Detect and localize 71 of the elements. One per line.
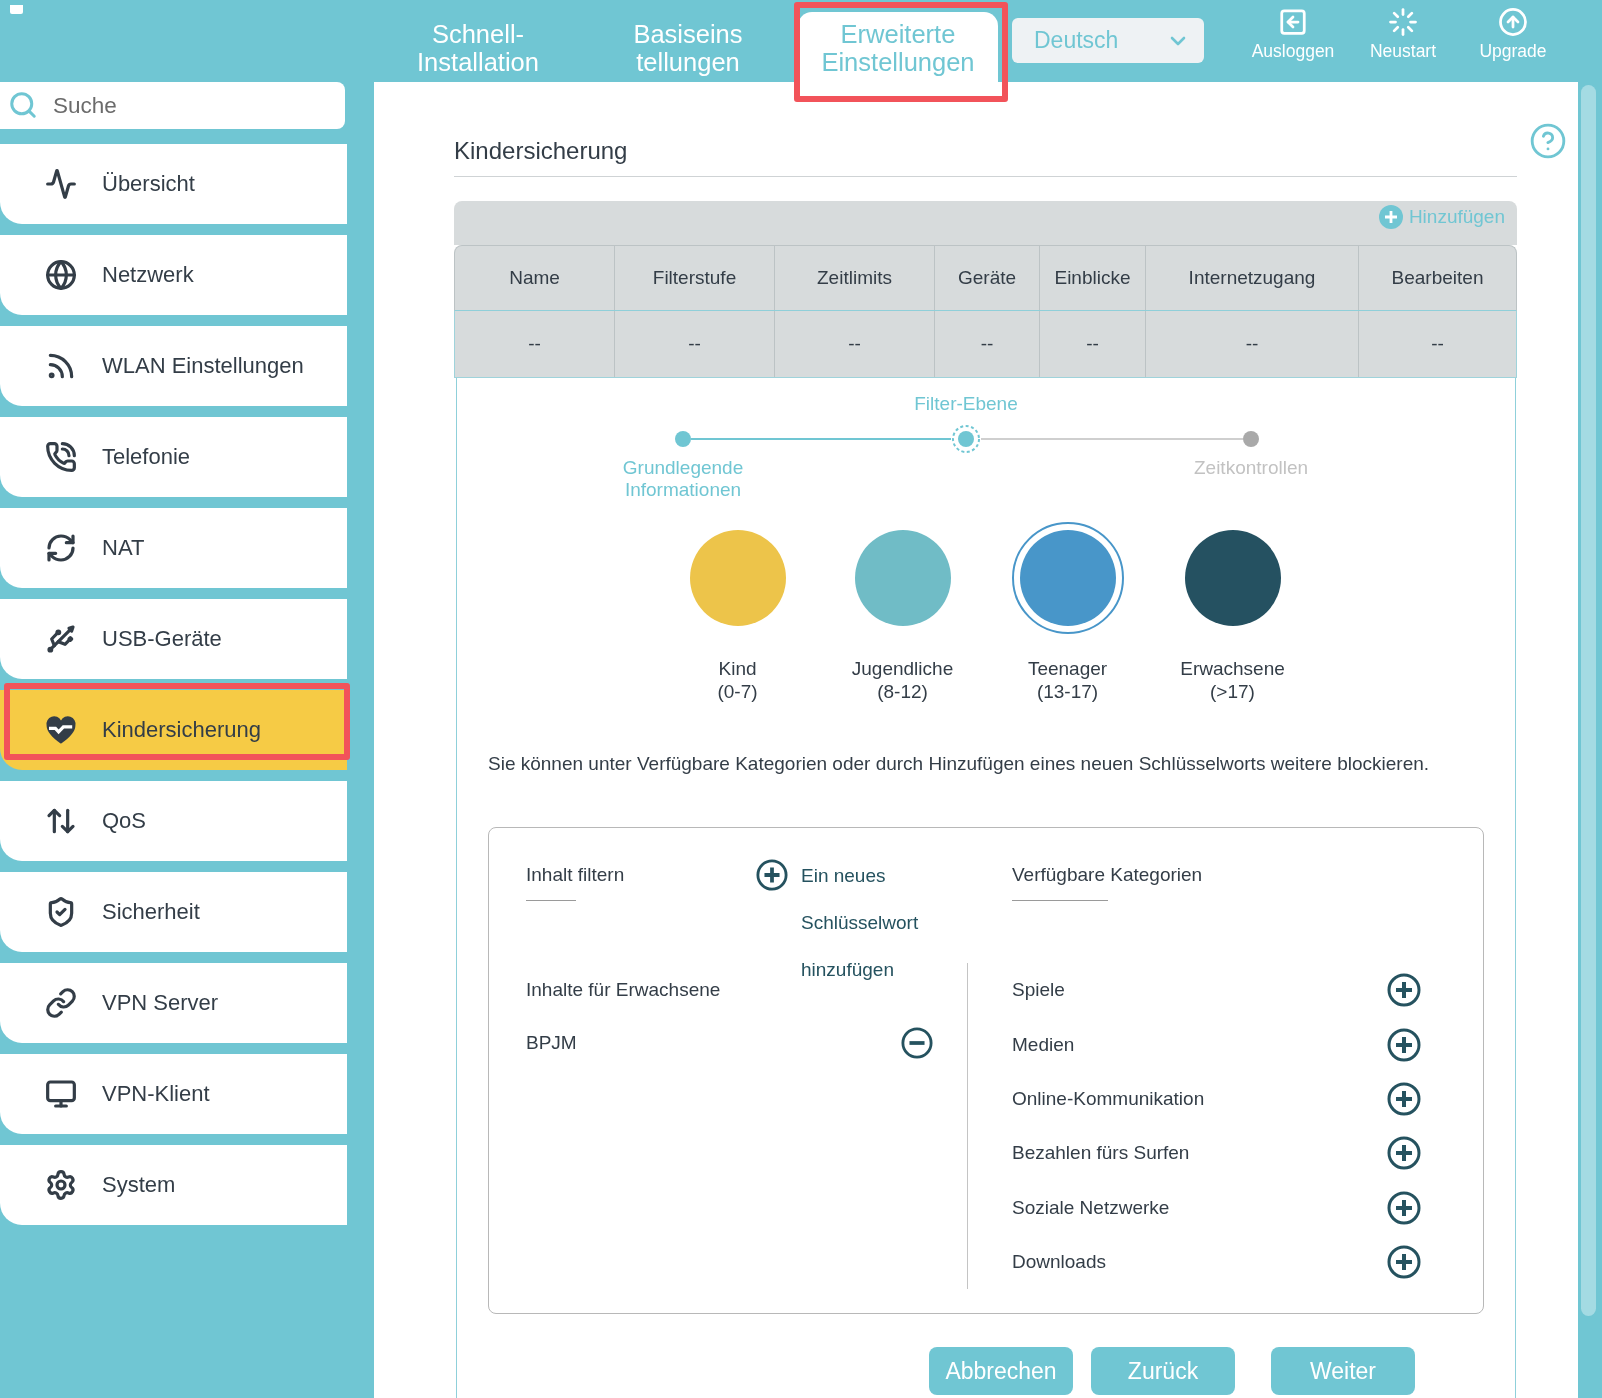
refresh-icon <box>45 532 77 564</box>
monitor-icon <box>45 1078 77 1110</box>
table-cell: -- <box>1039 311 1145 377</box>
column-header: Zeitlimits <box>774 246 934 310</box>
table-cell: -- <box>1145 311 1358 377</box>
sidebar-item[interactable]: Telefonie <box>0 417 347 497</box>
table-cell: -- <box>1358 311 1516 377</box>
step-label: Filter-Ebene <box>913 393 1019 415</box>
sidebar-item[interactable]: Netzwerk <box>0 235 347 315</box>
pulse-icon <box>45 168 77 200</box>
search-icon <box>8 90 38 120</box>
sidebar-item[interactable]: Sicherheit <box>0 872 347 952</box>
sidebar-item[interactable]: Übersicht <box>0 144 347 224</box>
column-header: Geräte <box>934 246 1039 310</box>
category-label: Spiele <box>1012 979 1065 1002</box>
category-label: Medien <box>1012 1033 1075 1056</box>
scrollbar-thumb[interactable] <box>1581 85 1596 1316</box>
sidebar-item[interactable]: USB-Geräte <box>0 599 347 679</box>
square-arrow-left-icon <box>1278 7 1308 37</box>
filter-level-option[interactable]: Kind (0-7) <box>655 522 820 703</box>
gear-icon <box>45 1169 77 1201</box>
add-keyword-link[interactable]: Ein neues Schlüsselwort hinzufügen <box>756 852 951 993</box>
sidebar-item[interactable]: VPN Server <box>0 963 347 1043</box>
table-cell: -- <box>614 311 774 377</box>
plus-circle-icon[interactable] <box>1387 1027 1421 1062</box>
step-label: Zeitkontrollen <box>1192 457 1310 480</box>
column-header: Name <box>508 266 561 290</box>
plus-circle-icon <box>756 859 788 891</box>
filter-level-option[interactable]: Teenager (13-17) <box>985 522 1150 703</box>
column-header: Bearbeiten <box>1358 246 1516 310</box>
sidebar-item[interactable]: QoS <box>0 781 347 861</box>
table-cell: -- <box>774 311 934 377</box>
section-title: Inhalt filtern <box>526 864 626 886</box>
column-header: Filterstufe <box>614 246 774 310</box>
plus-circle-icon[interactable] <box>1387 1245 1421 1280</box>
hint-text: Sie können unter Verfügbare Kategorien oder durch Hinzufügen eines neuen Schlüsselworts weitere blockieren. <box>488 752 1431 776</box>
section-title: Verfügbare Kategorien <box>1012 864 1204 886</box>
plus-circle-icon[interactable] <box>1387 1190 1421 1225</box>
sidebar-item[interactable]: VPN-Klient <box>0 1054 347 1134</box>
link-icon <box>45 987 77 1019</box>
filter-item-label: BPJM <box>526 1031 577 1054</box>
search-field[interactable]: Suche <box>0 82 345 129</box>
column-header: Einblicke <box>1039 246 1145 310</box>
sidebar-item[interactable]: Kindersicherung <box>0 690 347 770</box>
phone-icon <box>45 441 77 473</box>
plus-circle-icon[interactable] <box>1387 1136 1421 1171</box>
category-label: Downloads <box>1012 1251 1106 1274</box>
minus-circle-icon[interactable] <box>901 1026 933 1059</box>
category-label: Online-Kommunikation <box>1012 1087 1205 1110</box>
plus-circle-icon <box>1378 205 1403 229</box>
globe-icon <box>45 259 77 291</box>
sidebar-item[interactable]: NAT <box>0 508 347 588</box>
filter-item-label: Inhalte für Erwachsene <box>526 978 721 1001</box>
heart-icon <box>45 714 77 746</box>
column-header: Internetzugang <box>1145 246 1358 310</box>
step-label: Grundlegende Informationen <box>621 457 745 501</box>
sidebar-item[interactable]: WLAN Einstellungen <box>0 326 347 406</box>
logo-icon <box>10 5 23 14</box>
plus-circle-icon[interactable] <box>1387 973 1421 1008</box>
usb-icon <box>45 623 77 655</box>
filter-level-option[interactable]: Jugendliche (8-12) <box>820 522 985 703</box>
filter-level-option[interactable]: Erwachsene (>17) <box>1150 522 1315 703</box>
plus-circle-icon[interactable] <box>1387 1081 1421 1116</box>
category-label: Soziale Netzwerke <box>1012 1196 1170 1219</box>
spinner-icon <box>1388 7 1418 37</box>
sidebar-item[interactable]: System <box>0 1145 347 1225</box>
table-cell-text: -- <box>527 332 542 356</box>
page-title: Kindersicherung <box>454 137 629 165</box>
table-cell: -- <box>934 311 1039 377</box>
category-label: Bezahlen fürs Surfen <box>1012 1142 1190 1165</box>
arrow-up-circle-icon <box>1498 7 1528 37</box>
